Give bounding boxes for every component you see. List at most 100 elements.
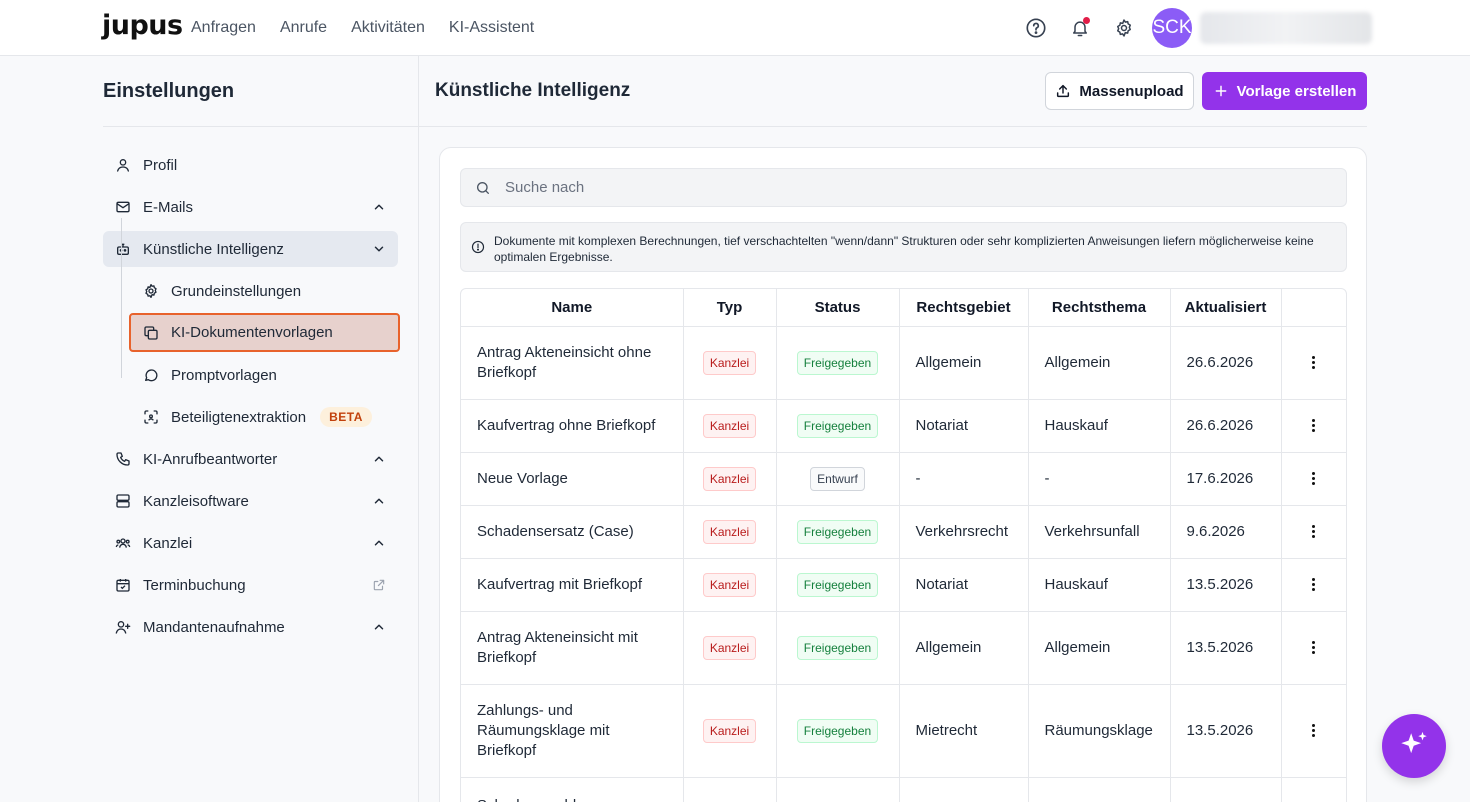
cell-aktualisiert: 9.6.2026 (1170, 505, 1282, 559)
mass-upload-button[interactable]: Massenupload (1045, 72, 1194, 110)
more-actions-icon[interactable] (1298, 641, 1331, 654)
help-icon[interactable] (1024, 14, 1048, 42)
sidebar-item-label: KI-Anrufbeantworter (143, 450, 278, 468)
cell-status: Entwurf (776, 452, 900, 506)
cell-typ: Kanzlei (683, 505, 777, 559)
avatar[interactable]: SCK (1152, 8, 1192, 48)
search-input[interactable] (505, 179, 1305, 196)
cell-actions (1281, 777, 1346, 802)
page-title: Künstliche Intelligenz (435, 80, 631, 101)
cell-rechtsgebiet: Allgemein (899, 326, 1029, 400)
column-header-rechtsthema[interactable]: Rechtsthema (1028, 289, 1171, 327)
column-header-status[interactable]: Status (776, 289, 900, 327)
cell-status: Freigegeben (776, 684, 900, 778)
cell-rechtsgebiet: Notariat (899, 399, 1029, 453)
bell-icon[interactable] (1068, 14, 1092, 42)
nav-item-anrufe[interactable]: Anrufe (280, 19, 327, 37)
more-actions-icon[interactable] (1298, 356, 1331, 369)
type-badge: Kanzlei (702, 572, 757, 597)
user-plus-icon (115, 619, 131, 635)
nav-item-anfragen[interactable]: Anfragen (191, 19, 256, 37)
sidebar-item-label: Grundeinstellungen (171, 282, 302, 300)
cell-aktualisiert: 13.5.2026 (1170, 558, 1282, 612)
sidebar-item-label: Mandantenaufnahme (143, 618, 285, 636)
user-name-redacted[interactable] (1200, 12, 1372, 44)
cell-rechtsthema: Verkehrsunfall (1028, 505, 1171, 559)
sidebar-item-beteiligtenextraktion[interactable]: Beteiligtenextraktion BETA (131, 399, 398, 435)
cell-rechtsgebiet: Mietrecht (899, 684, 1029, 778)
table-row[interactable]: Schadensersatz (Case) Kanzlei Freigegebe… (461, 505, 1346, 559)
table-row[interactable]: Antrag Akteneinsicht mit Briefkopf Kanzl… (461, 611, 1346, 685)
app-logo[interactable]: jupus (102, 10, 183, 41)
more-actions-icon[interactable] (1298, 472, 1331, 485)
cell-aktualisiert: 17.6.2026 (1170, 452, 1282, 506)
cell-typ: Kanzlei (683, 558, 777, 612)
info-notice: Dokumente mit komplexen Berechnungen, ti… (460, 222, 1347, 272)
status-badge: Freigegeben (796, 350, 879, 375)
users-icon (115, 535, 131, 551)
sidebar-item-grundeinstellungen[interactable]: Grundeinstellungen (131, 273, 398, 309)
table-row[interactable]: Antrag Akteneinsicht ohne Briefkopf Kanz… (461, 326, 1346, 400)
ai-assistant-button[interactable] (1382, 714, 1446, 778)
beta-badge: BETA (320, 407, 372, 427)
sidebar-item-emails[interactable]: E-Mails (103, 189, 398, 225)
cell-aktualisiert: 26.6.2026 (1170, 326, 1282, 400)
sidebar-item-ki-dokumentenvorlagen[interactable]: KI-Dokumentenvorlagen (129, 313, 400, 352)
cell-actions (1281, 326, 1346, 400)
templates-table-wrapper: Name Typ Status Rechtsgebiet Rechtsthema… (460, 288, 1347, 802)
sidebar-item-promptvorlagen[interactable]: Promptvorlagen (131, 357, 398, 393)
column-header-name[interactable]: Name (461, 289, 684, 327)
type-badge: Kanzlei (702, 519, 757, 544)
gear-icon[interactable] (1112, 14, 1136, 42)
column-header-aktualisiert[interactable]: Aktualisiert (1170, 289, 1282, 327)
chevron-down-icon (374, 246, 384, 252)
cell-name: Schadensersatz (Case) (461, 505, 684, 559)
sidebar-item-label: Profil (143, 156, 178, 174)
table-row[interactable]: Kaufvertrag ohne Briefkopf Kanzlei Freig… (461, 399, 1346, 453)
table-row[interactable]: Schadensmeldung (461, 777, 1346, 802)
sidebar-item-label: Terminbuchung (143, 576, 246, 594)
more-actions-icon[interactable] (1298, 419, 1331, 432)
status-badge: Freigegeben (796, 519, 879, 544)
sidebar-item-profil[interactable]: Profil (103, 147, 398, 183)
table-row[interactable]: Zahlungs- und Räumungsklage mit Briefkop… (461, 684, 1346, 778)
cell-status: Freigegeben (776, 399, 900, 453)
create-template-button[interactable]: Vorlage erstellen (1202, 72, 1367, 110)
sidebar-item-ki-anrufbeantworter[interactable]: KI-Anrufbeantworter (103, 441, 398, 477)
table-row[interactable]: Kaufvertrag mit Briefkopf Kanzlei Freige… (461, 558, 1346, 612)
more-actions-icon[interactable] (1298, 724, 1331, 737)
chevron-up-icon (374, 624, 384, 630)
sidebar-item-label: E-Mails (143, 198, 194, 216)
cell-rechtsthema: Allgemein (1028, 611, 1171, 685)
sidebar-item-mandantenaufnahme[interactable]: Mandantenaufnahme (103, 609, 398, 645)
more-actions-icon[interactable] (1298, 525, 1331, 538)
cell-rechtsthema: Allgemein (1028, 326, 1171, 400)
submenu-line (121, 218, 122, 378)
search-icon (477, 181, 489, 194)
table-row[interactable]: Neue Vorlage Kanzlei Entwurf - - 17.6.20… (461, 452, 1346, 506)
sidebar-item-kanzleisoftware[interactable]: Kanzleisoftware (103, 483, 398, 519)
chevron-up-icon (374, 540, 384, 546)
server-icon (115, 493, 131, 509)
sidebar-item-ki[interactable]: Künstliche Intelligenz (103, 231, 398, 267)
sidebar-item-terminbuchung[interactable]: Terminbuchung (103, 567, 398, 603)
sparkle-icon (1401, 731, 1427, 754)
mass-upload-label: Massenupload (1079, 82, 1184, 100)
sidebar-divider (103, 126, 418, 127)
templates-table: Name Typ Status Rechtsgebiet Rechtsthema… (461, 289, 1346, 802)
sidebar-item-kanzlei[interactable]: Kanzlei (103, 525, 398, 561)
cell-typ: Kanzlei (683, 684, 777, 778)
scan-face-icon (143, 409, 159, 425)
cell-name: Neue Vorlage (461, 452, 684, 506)
column-header-typ[interactable]: Typ (683, 289, 777, 327)
type-badge: Kanzlei (702, 466, 757, 491)
type-badge: Kanzlei (702, 718, 757, 743)
more-actions-icon[interactable] (1298, 578, 1331, 591)
nav-item-aktivitaeten[interactable]: Aktivitäten (351, 19, 425, 37)
nav-item-ki-assistent[interactable]: KI-Assistent (449, 19, 534, 37)
column-header-rechtsgebiet[interactable]: Rechtsgebiet (899, 289, 1029, 327)
cell-rechtsgebiet (899, 777, 1029, 802)
external-link-icon (373, 579, 385, 591)
type-badge: Kanzlei (702, 635, 757, 660)
sidebar-item-label: Kanzleisoftware (143, 492, 249, 510)
